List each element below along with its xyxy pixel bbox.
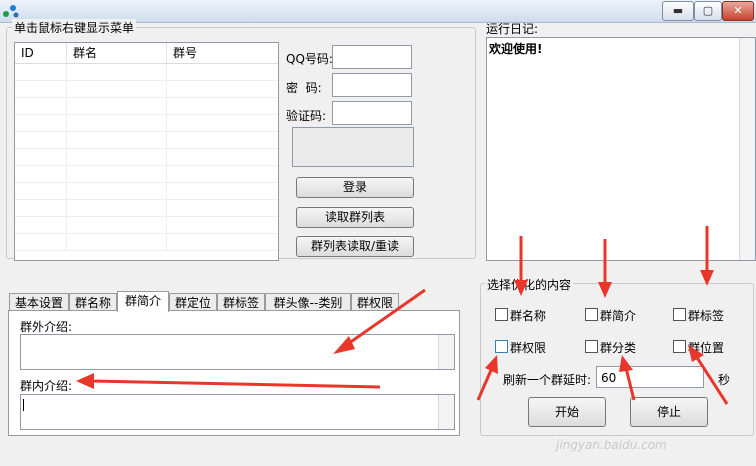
checkbox-group-tag[interactable] (673, 308, 686, 321)
checkbox-group-intro[interactable] (585, 308, 598, 321)
checkbox-group-name-label: 群名称 (510, 309, 547, 323)
captcha-label: 验证码: (286, 109, 327, 123)
table-row[interactable] (15, 149, 278, 166)
checkbox-group-permission-label: 群权限 (510, 341, 547, 355)
table-cell (15, 200, 67, 216)
tab-group-intro[interactable]: 群简介 (117, 291, 169, 312)
text-caret (23, 399, 24, 411)
table-cell (167, 64, 276, 80)
qq-input[interactable] (332, 45, 412, 69)
checkbox-group-location[interactable] (673, 340, 686, 353)
checkbox-group-name[interactable] (495, 308, 508, 321)
stop-button[interactable]: 停止 (630, 397, 708, 427)
column-group-number[interactable]: 群号 (167, 43, 276, 63)
table-cell (67, 132, 167, 148)
table-cell (167, 98, 276, 114)
table-cell (67, 217, 167, 233)
captcha-image (292, 127, 414, 167)
seconds-label: 秒 (718, 373, 731, 387)
table-row[interactable] (15, 98, 278, 115)
table-cell (167, 217, 276, 233)
table-cell (15, 217, 67, 233)
delay-label: 刷新一个群延时: (503, 373, 592, 387)
listview-rows (15, 64, 278, 251)
table-cell (67, 200, 167, 216)
table-cell (67, 166, 167, 182)
table-cell (167, 115, 276, 131)
column-id[interactable]: ID (15, 43, 67, 63)
table-cell (67, 234, 167, 250)
password-label: 密 码: (286, 81, 322, 95)
read-list-button[interactable]: 读取群列表 (296, 207, 414, 228)
table-row[interactable] (15, 132, 278, 149)
table-cell (167, 149, 276, 165)
checkbox-group-category[interactable] (585, 340, 598, 353)
table-cell (67, 149, 167, 165)
table-row[interactable] (15, 200, 278, 217)
table-row[interactable] (15, 64, 278, 81)
table-cell (67, 81, 167, 97)
table-cell (15, 81, 67, 97)
close-icon[interactable]: ✕ (722, 1, 754, 21)
checkbox-group-tag-label: 群标签 (688, 309, 725, 323)
table-row[interactable] (15, 166, 278, 183)
minimize-icon[interactable]: ▬ (662, 1, 694, 21)
start-button[interactable]: 开始 (528, 397, 606, 427)
checkbox-group-permission[interactable] (495, 340, 508, 353)
watermark: jingyan.baidu.com (556, 438, 667, 452)
log-textarea[interactable]: 欢迎使用! (486, 37, 756, 261)
listview-header: ID 群名 群号 (15, 43, 278, 64)
inner-intro-label: 群内介绍: (20, 379, 73, 393)
table-row[interactable] (15, 81, 278, 98)
table-row[interactable] (15, 217, 278, 234)
table-cell (15, 149, 67, 165)
outer-intro-label: 群外介绍: (20, 320, 73, 334)
login-button[interactable]: 登录 (296, 177, 414, 198)
inner-intro-textarea[interactable] (20, 394, 455, 430)
table-cell (167, 166, 276, 182)
log-scrollbar[interactable] (739, 38, 755, 260)
checkbox-group-category-label: 群分类 (600, 341, 637, 355)
checkbox-group-intro-label: 群简介 (600, 309, 637, 323)
table-cell (67, 64, 167, 80)
log-title: 运行日记: (486, 22, 539, 36)
table-cell (167, 200, 276, 216)
delay-input[interactable]: 60 (596, 366, 704, 388)
captcha-input[interactable] (332, 101, 412, 125)
app-logo-icon (3, 5, 19, 18)
table-cell (167, 132, 276, 148)
table-cell (15, 132, 67, 148)
table-cell (15, 234, 67, 250)
password-input[interactable] (332, 73, 412, 97)
options-title: 选择优化的内容 (485, 276, 574, 293)
table-cell (15, 64, 67, 80)
table-cell (15, 115, 67, 131)
table-cell (167, 234, 276, 250)
qq-label: QQ号码: (286, 52, 333, 66)
log-text: 欢迎使用! (489, 42, 543, 56)
outer-intro-scrollbar[interactable] (438, 335, 454, 369)
outer-intro-textarea[interactable] (20, 334, 455, 370)
table-cell (15, 166, 67, 182)
table-row[interactable] (15, 183, 278, 200)
table-cell (15, 183, 67, 199)
table-cell (167, 81, 276, 97)
table-cell (67, 183, 167, 199)
reread-list-button[interactable]: 群列表读取/重读 (296, 236, 414, 257)
table-cell (67, 98, 167, 114)
column-group-name[interactable]: 群名 (67, 43, 167, 63)
checkbox-group-location-label: 群位置 (688, 341, 725, 355)
table-cell (67, 115, 167, 131)
table-row[interactable] (15, 234, 278, 251)
inner-intro-scrollbar[interactable] (438, 395, 454, 429)
table-cell (15, 98, 67, 114)
options-group (480, 283, 754, 436)
group-listview[interactable]: ID 群名 群号 (14, 42, 279, 261)
maximize-icon[interactable]: ▢ (694, 1, 722, 21)
table-row[interactable] (15, 115, 278, 132)
table-cell (167, 183, 276, 199)
left-group-title: 单击鼠标右键显示菜单 (12, 19, 137, 36)
